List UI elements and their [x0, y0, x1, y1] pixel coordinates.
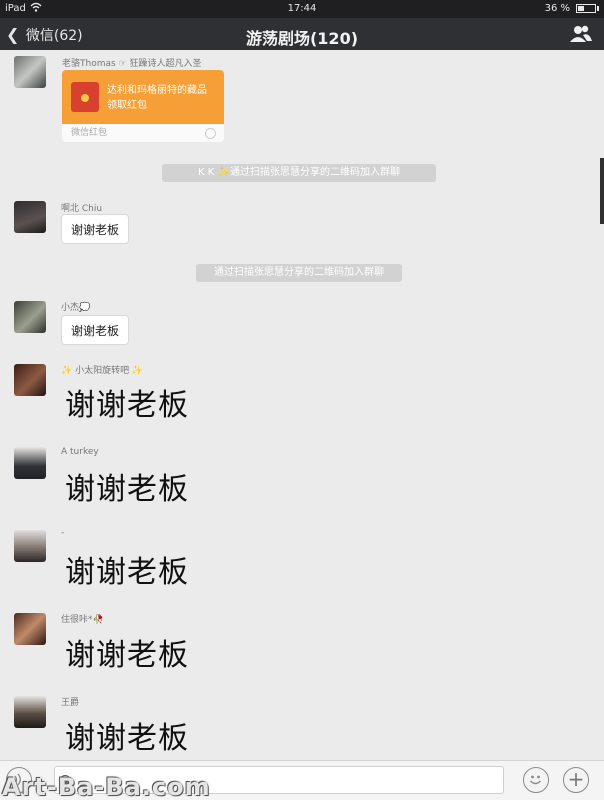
message-text[interactable]: 谢谢老板: [65, 547, 189, 591]
red-packet-logo-icon: [205, 128, 216, 139]
red-packet-message-line1: 达利和玛格丽特的藏品: [107, 85, 207, 96]
red-envelope-icon: [71, 82, 99, 112]
battery-percent: 36 %: [544, 3, 570, 14]
red-packet-message-line2: 领取红包: [107, 100, 147, 111]
scroll-indicator[interactable]: [600, 158, 604, 224]
sender-name: 王爵: [61, 698, 80, 708]
group-members-icon[interactable]: [570, 25, 592, 43]
sender-name: ✨ 小太阳旋转吧 ✨: [61, 366, 144, 376]
status-time: 17:44: [287, 3, 317, 14]
wechat-chat-screen: iPad 17:44 36 % ❮ 微信(62) 游荡剧场(120) 老骆Tho…: [0, 0, 604, 800]
chat-title: 游荡剧场(120): [245, 29, 359, 48]
avatar[interactable]: [14, 364, 46, 396]
avatar[interactable]: [14, 201, 46, 233]
sender-name: 老骆Thomas ☞ 狂躁诗人超凡入圣: [62, 59, 202, 69]
red-packet-card[interactable]: 达利和玛格丽特的藏品 领取红包 微信红包: [62, 70, 224, 142]
message-text[interactable]: 谢谢老板: [65, 630, 189, 674]
plus-icon[interactable]: +: [563, 767, 589, 793]
message-text[interactable]: 谢谢老板: [65, 713, 189, 757]
red-packet-footer-label: 微信红包: [71, 128, 108, 138]
red-packet-footer: 微信红包: [62, 124, 224, 142]
red-packet-message: 达利和玛格丽特的藏品 领取红包: [107, 83, 207, 113]
red-packet-body: 达利和玛格丽特的藏品 领取红包: [62, 70, 224, 124]
sender-name: A turkey: [61, 447, 99, 457]
system-message: K K ✨通过扫描张思慧分享的二维码加入群聊: [162, 164, 436, 182]
emoji-icon[interactable]: [523, 767, 549, 793]
chat-area[interactable]: 老骆Thomas ☞ 狂躁诗人超凡入圣 达利和玛格丽特的藏品 领取红包 微信红包…: [0, 50, 604, 760]
battery-icon: [576, 4, 596, 13]
avatar[interactable]: [14, 696, 46, 728]
avatar[interactable]: [14, 613, 46, 645]
message-text[interactable]: 谢谢老板: [65, 380, 189, 424]
sender-name: -: [61, 528, 65, 538]
message-text[interactable]: 谢谢老板: [65, 464, 189, 508]
avatar[interactable]: [14, 447, 46, 479]
message-bubble[interactable]: 谢谢老板: [61, 214, 130, 244]
status-bar: iPad 17:44 36 %: [0, 0, 604, 18]
nav-bar: ❮ 微信(62) 游荡剧场(120): [0, 18, 604, 50]
message-bubble[interactable]: 谢谢老板: [61, 315, 130, 345]
avatar[interactable]: [14, 301, 46, 333]
system-message: 通过扫描张思慧分享的二维码加入群聊: [196, 264, 402, 282]
avatar[interactable]: [14, 530, 46, 562]
battery-tip: [597, 6, 599, 11]
avatar[interactable]: [14, 56, 46, 88]
sender-name: 住很咔*🥀: [61, 615, 104, 625]
sender-name: 啊北 Chiu: [61, 204, 103, 214]
watermark: Art-Ba-Ba.com: [2, 773, 211, 800]
sender-name: 小杰💭: [61, 303, 91, 313]
